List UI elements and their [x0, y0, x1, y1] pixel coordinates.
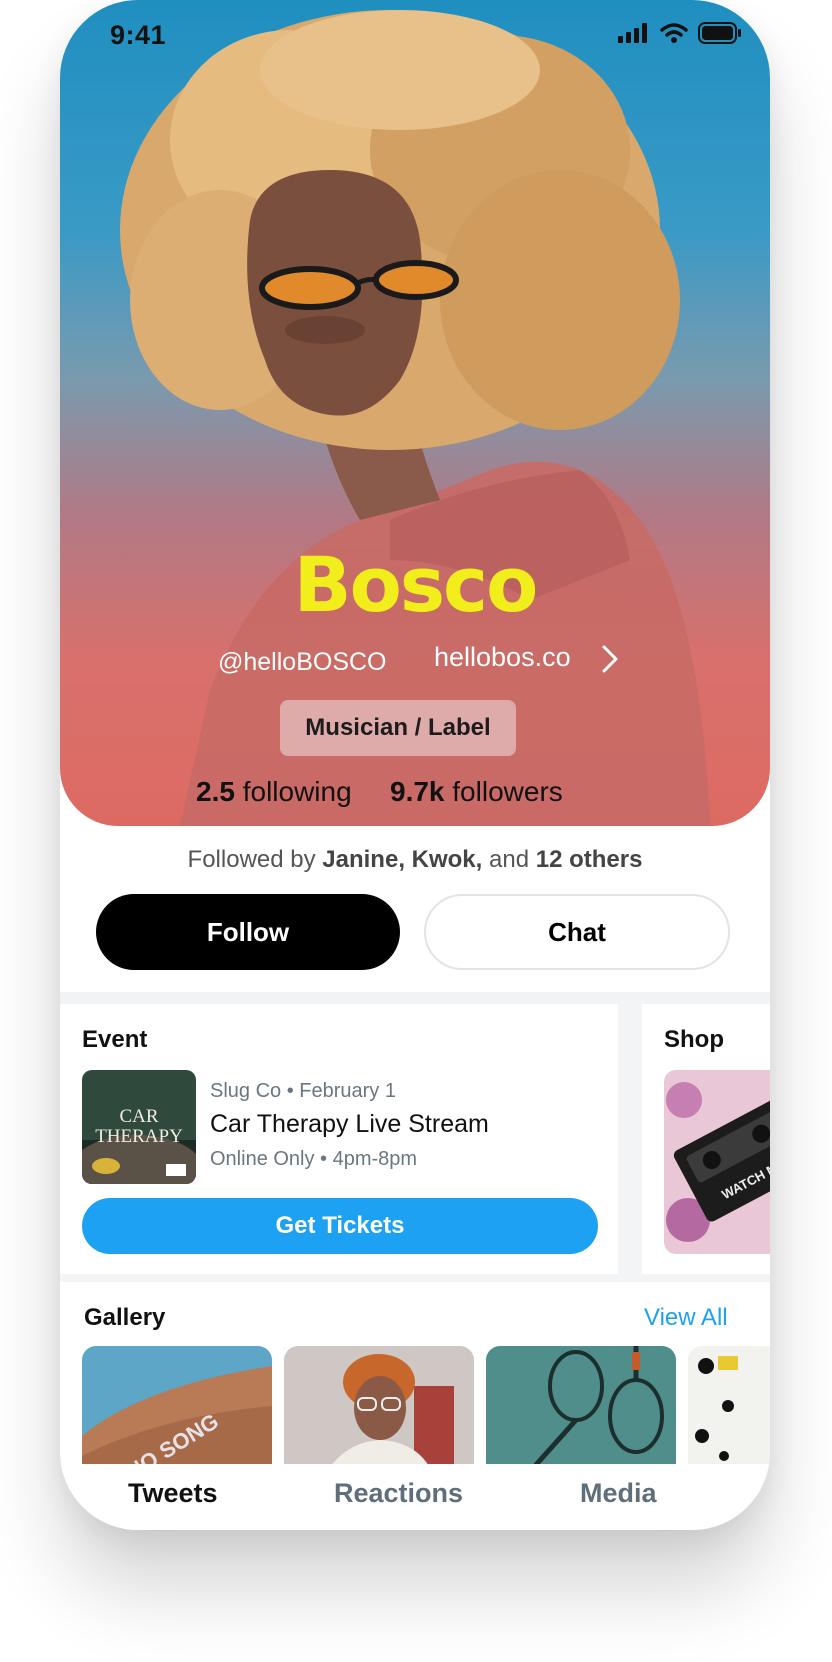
get-tickets-button[interactable]: Get Tickets [82, 1198, 598, 1254]
album-cover-line2: THERAPY [95, 1126, 183, 1147]
followed-by-prefix: Followed by [187, 846, 316, 873]
gallery-image-portrait[interactable] [284, 1346, 474, 1476]
event-title[interactable]: Car Therapy Live Stream [210, 1110, 489, 1139]
album-cover-image: CAR THERAPY [82, 1070, 196, 1184]
followers-count[interactable]: 9.7k followers [390, 776, 563, 808]
gallery-image-tattoo[interactable]: NO SONG [82, 1346, 272, 1476]
followed-by-others[interactable]: 12 others [536, 846, 643, 873]
followers-value: 9.7k [390, 776, 445, 807]
event-card[interactable]: Event CAR THERAPY Slug Co • February 1 C… [60, 1004, 618, 1274]
gallery-title: Gallery [84, 1304, 166, 1331]
shop-product-image[interactable]: WATCH ME [664, 1070, 770, 1254]
section-divider [60, 992, 770, 1002]
wifi-icon [660, 23, 688, 43]
followers-label: followers [452, 776, 563, 807]
status-bar: 9:41 [60, 0, 770, 70]
following-count[interactable]: 2.5 following [196, 776, 352, 808]
follow-button[interactable]: Follow [96, 894, 400, 970]
followed-by-names[interactable]: Janine, Kwok, [322, 846, 482, 873]
gallery-image-pattern[interactable] [688, 1346, 770, 1476]
shop-section-title: Shop [664, 1026, 724, 1053]
shop-card[interactable]: Shop WATCH ME [642, 1004, 770, 1274]
following-label: following [242, 776, 352, 807]
tab-media[interactable]: Media [580, 1478, 657, 1509]
profile-tab-bar: Tweets Reactions Media [60, 1464, 770, 1530]
gallery-image-rackets[interactable] [486, 1346, 676, 1476]
role-badge: Musician / Label [280, 700, 516, 756]
tab-reactions[interactable]: Reactions [334, 1478, 463, 1509]
view-all-link[interactable]: View All [644, 1304, 728, 1332]
status-time: 9:41 [110, 20, 167, 50]
tab-tweets[interactable]: Tweets [128, 1478, 218, 1509]
following-value: 2.5 [196, 776, 235, 807]
profile-website-link[interactable]: hellobos.co [434, 642, 571, 673]
event-thumbnail[interactable]: CAR THERAPY [82, 1070, 196, 1184]
profile-hero: 9:41 Bosco @helloBOSCO hellobos.co Music… [60, 0, 770, 826]
vhs-tape-image: WATCH ME [664, 1070, 770, 1254]
battery-icon [698, 22, 741, 44]
status-icons [618, 22, 742, 44]
event-meta: Slug Co • February 1 [210, 1080, 396, 1102]
album-cover-line1: CAR [119, 1106, 158, 1127]
followed-by-text: Followed by Janine, Kwok, and 12 others [60, 846, 770, 874]
profile-name: Bosco [293, 540, 539, 629]
event-section-title: Event [82, 1026, 148, 1053]
cellular-signal-icon [618, 23, 647, 43]
phone-frame: 9:41 Bosco @helloBOSCO hellobos.co Music… [60, 0, 770, 1530]
profile-handle[interactable]: @helloBOSCO [218, 648, 387, 677]
chat-button[interactable]: Chat [424, 894, 730, 970]
followed-by-and: and [489, 846, 530, 873]
chevron-right-icon[interactable] [600, 644, 620, 674]
event-subtitle: Online Only • 4pm-8pm [210, 1148, 418, 1170]
